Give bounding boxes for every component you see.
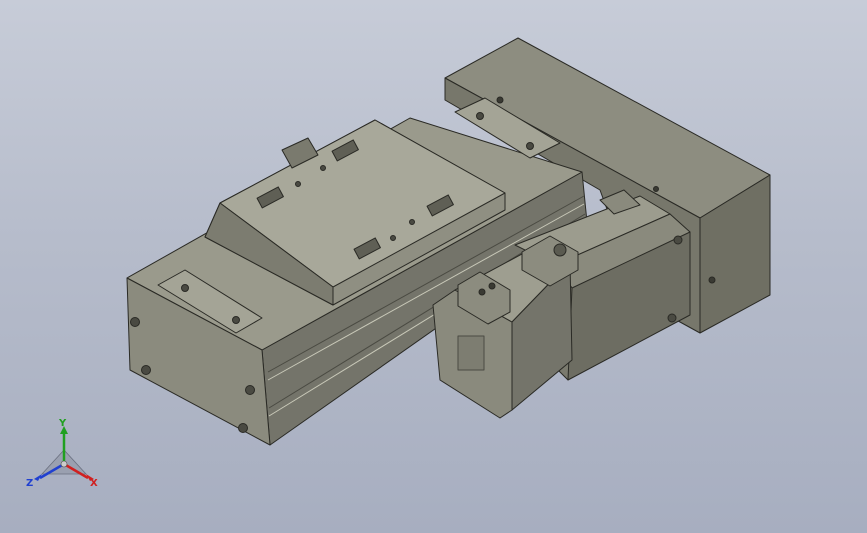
x-axis-label: X xyxy=(90,478,98,489)
y-axis-label: Y xyxy=(58,418,67,429)
orientation-triad: Y X Z xyxy=(24,418,104,494)
linear-actuator-model[interactable] xyxy=(0,0,867,533)
z-axis-label: Z xyxy=(26,478,33,489)
cad-graphics-viewport[interactable]: Y X Z xyxy=(0,0,867,533)
